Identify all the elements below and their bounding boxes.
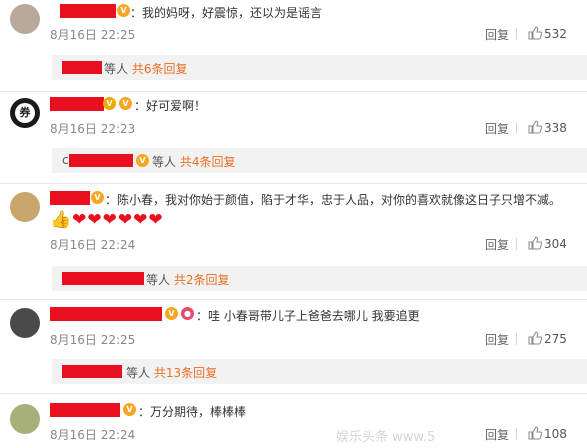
reply-button[interactable]: 回复 [485,236,509,253]
like-count: 108 [544,427,567,441]
avatar[interactable] [10,404,40,434]
comment-date: 8月16日 22:25 [50,28,136,42]
reply-user-redacted [62,272,144,285]
divider [516,28,517,40]
reply-prefix: c [62,153,69,167]
reply-button[interactable]: 回复 [485,331,509,348]
comment-date: 8月16日 22:24 [50,238,136,252]
like-button[interactable]: 275 [528,331,567,346]
comment-text: ：我的妈呀，好震惊，还以为是谣言 [130,6,323,20]
comment-date: 8月16日 22:24 [50,428,136,442]
comment-date: 8月16日 22:23 [50,122,136,136]
reply-button[interactable]: 回复 [485,426,509,443]
like-button[interactable]: 108 [528,426,567,441]
divider [516,428,517,440]
comment-text: ：好可爱啊！ [134,99,207,113]
vip-badge-icon: V [91,191,104,204]
vip-badge-icon: V [136,154,149,167]
replies-suffix: 等人 [126,366,151,380]
username-redacted[interactable] [50,403,120,417]
comment-date: 8月16日 22:25 [50,333,136,347]
replies-summary[interactable]: c V 等人 共4条回复 [52,148,587,173]
divider [516,122,517,134]
avatar-badge: 券 [15,103,35,123]
vip-badge-icon: V [119,97,132,110]
thumbs-up-icon [528,426,543,440]
replies-count: 共4条回复 [179,155,236,169]
reply-button[interactable]: 回复 [485,120,509,137]
comment-text: ：哇 小春哥带儿子上爸爸去哪儿 我要追更 [196,309,420,323]
avatar[interactable]: 券 [10,98,40,128]
divider [0,91,587,92]
thumbs-up-icon [528,120,543,134]
reply-user-redacted [62,365,122,378]
vip-badge-icon: V [123,403,136,416]
replies-summary[interactable]: 等人 共13条回复 [52,359,587,384]
divider [0,299,587,300]
username-redacted[interactable] [60,4,116,18]
replies-count: 共6条回复 [131,62,188,76]
like-count: 532 [544,27,567,41]
divider [0,183,587,184]
reply-user-redacted [62,61,102,74]
divider [516,238,517,250]
replies-summary[interactable]: 等人 共6条回复 [52,55,587,80]
username-redacted[interactable] [50,191,90,205]
reply-button[interactable]: 回复 [485,26,509,43]
like-button[interactable]: 338 [528,120,567,135]
replies-count: 共13条回复 [153,366,218,380]
avatar[interactable] [10,308,40,338]
replies-suffix: 等人 [152,155,177,169]
divider [516,333,517,345]
vip-badge-icon: V [117,4,130,17]
like-count: 275 [544,332,567,346]
username-redacted[interactable] [50,307,162,321]
avatar[interactable] [10,4,40,34]
vip-badge-icon: V [165,307,178,320]
comment-text: ：陈小春，我对你始于颜值，陷于才华，忠于人品，对你的喜欢就像这日子只增不减。 [105,193,562,207]
like-count: 304 [544,237,567,251]
comment-text: ：万分期待，棒棒棒 [138,405,247,419]
replies-suffix: 等人 [104,62,129,76]
thumbs-up-icon [528,236,543,250]
like-button[interactable]: 304 [528,236,567,251]
vip-v-icon: V [103,97,116,110]
like-count: 338 [544,121,567,135]
reply-user-redacted [69,154,133,167]
username-redacted[interactable] [50,97,104,111]
like-button[interactable]: 532 [528,26,567,41]
replies-summary[interactable]: 等人 共2条回复 [52,266,587,291]
avatar[interactable] [10,192,40,222]
emoji-row: 👍❤❤❤❤❤❤ [50,210,164,230]
divider [0,393,587,394]
replies-suffix: 等人 [146,273,171,287]
thumbs-up-icon [528,26,543,40]
watermark: 娱乐头条 www.5 [336,430,436,445]
replies-count: 共2条回复 [173,273,230,287]
thumbs-up-icon [528,331,543,345]
balloon-badge-icon: ● [181,307,194,320]
